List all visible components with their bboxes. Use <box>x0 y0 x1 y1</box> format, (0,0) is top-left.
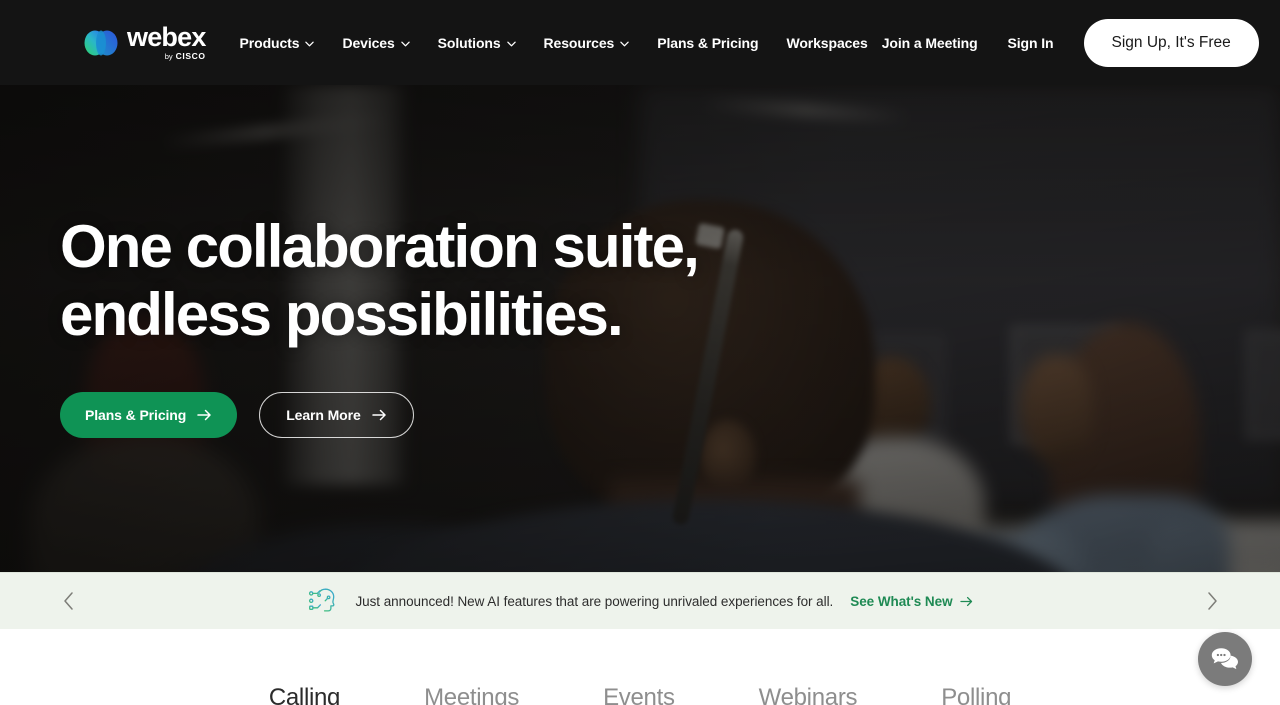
nav-label-devices: Devices <box>342 34 395 51</box>
header-actions: Join a Meeting Sign In Sign Up, It's Fre… <box>882 18 1259 67</box>
tab-calling[interactable]: Calling <box>269 683 341 705</box>
learn-more-button[interactable]: Learn More <box>259 391 414 438</box>
site-header: webex by CISCO Products Devices Solution… <box>0 0 1280 85</box>
see-whats-new-label: See What's New <box>850 593 953 609</box>
announcement-text: Just announced! New AI features that are… <box>355 593 834 609</box>
nav-label-plans-pricing: Plans & Pricing <box>657 34 759 51</box>
webex-logo[interactable]: webex by CISCO <box>84 21 206 65</box>
arrow-right-icon <box>959 596 972 606</box>
logo-cisco-text: CISCO <box>175 50 206 61</box>
plans-and-pricing-label: Plans & Pricing <box>85 406 187 423</box>
nav-item-workspaces[interactable]: Workspaces <box>772 0 881 85</box>
chat-bubbles-icon <box>1211 648 1238 670</box>
nav-item-solutions[interactable]: Solutions <box>424 0 530 85</box>
see-whats-new-link[interactable]: See What's New <box>850 594 972 609</box>
tab-polling[interactable]: Polling <box>941 683 1011 705</box>
webex-logo-text: webex by CISCO <box>127 21 206 62</box>
sign-in-link[interactable]: Sign In <box>1008 35 1054 51</box>
nav-label-solutions: Solutions <box>437 34 501 51</box>
nav-label-resources: Resources <box>543 34 615 51</box>
arrow-right-icon <box>371 409 386 420</box>
nav-item-devices[interactable]: Devices <box>328 0 423 85</box>
announcement-banner: Just announced! New AI features that are… <box>0 572 1280 629</box>
chevron-down-icon <box>305 41 315 46</box>
tab-webinars[interactable]: Webinars <box>759 683 858 705</box>
learn-more-label: Learn More <box>286 406 361 423</box>
nav-label-products: Products <box>239 34 300 51</box>
tab-events[interactable]: Events <box>603 683 675 705</box>
chat-widget-button[interactable] <box>1198 632 1252 686</box>
tab-meetings[interactable]: Meetings <box>424 683 519 705</box>
chevron-down-icon <box>620 41 629 46</box>
arrow-right-icon <box>197 409 211 420</box>
hero-cta-group: Plans & Pricing Learn More <box>60 391 820 438</box>
logo-by-cisco: by CISCO <box>165 51 206 62</box>
logo-by-text: by <box>164 51 173 61</box>
webex-homepage: webex by CISCO Products Devices Solution… <box>0 0 1280 705</box>
plans-and-pricing-button[interactable]: Plans & Pricing <box>60 391 238 438</box>
hero-section: One collaboration suite, endless possibi… <box>0 85 1280 572</box>
chevron-down-icon <box>506 41 516 46</box>
sign-up-button[interactable]: Sign Up, It's Free <box>1083 18 1259 67</box>
nav-item-products[interactable]: Products <box>233 0 329 85</box>
hero-headline-line-2: endless possibilities. <box>60 280 624 348</box>
ai-brain-icon <box>309 588 335 614</box>
product-tabs: Calling Meetings Events Webinars Polling <box>0 683 1280 705</box>
hero-headline: One collaboration suite, endless possibi… <box>60 213 820 347</box>
hero-content: One collaboration suite, endless possibi… <box>60 85 820 572</box>
product-tabs-section: Calling Meetings Events Webinars Polling <box>0 629 1280 705</box>
chevron-right-icon <box>1207 592 1217 610</box>
announcement-content: Just announced! New AI features that are… <box>85 585 1195 617</box>
nav-item-plans-pricing[interactable]: Plans & Pricing <box>643 0 772 85</box>
chevron-down-icon <box>400 41 410 46</box>
logo-wordmark: webex <box>127 21 206 52</box>
webex-logo-icon <box>84 30 118 55</box>
nav-label-workspaces: Workspaces <box>786 34 868 51</box>
carousel-prev-button[interactable] <box>51 584 85 618</box>
chevron-left-icon <box>63 592 73 610</box>
nav-item-resources[interactable]: Resources <box>530 0 644 85</box>
main-navigation: Products Devices Solutions Resources Pla… <box>233 0 882 85</box>
hero-headline-line-1: One collaboration suite, <box>60 213 700 281</box>
join-a-meeting-link[interactable]: Join a Meeting <box>882 35 978 51</box>
carousel-next-button[interactable] <box>1195 584 1229 618</box>
